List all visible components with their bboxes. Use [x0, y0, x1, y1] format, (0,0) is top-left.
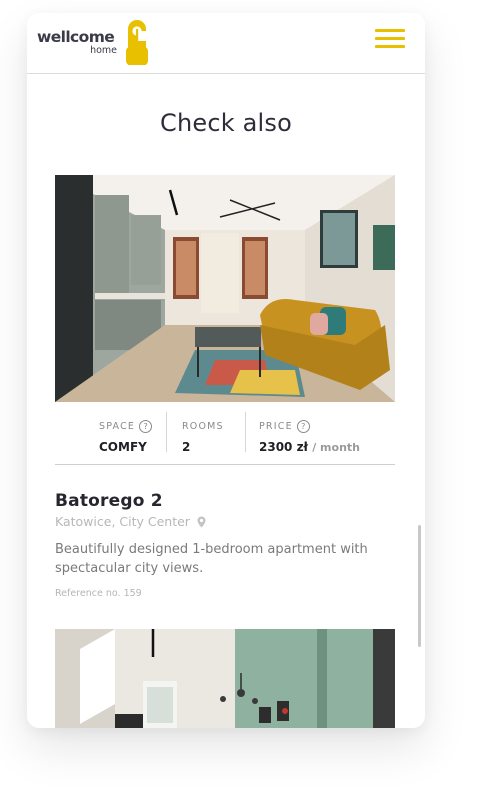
- listing-photo[interactable]: [55, 175, 395, 402]
- spec-rooms: ROOMS 2: [182, 418, 224, 455]
- listing-location-text: Katowice, City Center: [55, 514, 190, 529]
- hamburger-menu-icon[interactable]: [375, 29, 407, 51]
- door-hanger-logo-icon: [126, 20, 148, 65]
- spec-rooms-label: ROOMS: [182, 420, 224, 432]
- map-pin-icon: [197, 516, 206, 527]
- section-title: Check also: [159, 109, 293, 137]
- logo[interactable]: wellcome home: [37, 29, 117, 56]
- spec-space: SPACE ? COMFY: [99, 418, 153, 454]
- price-period: / month: [312, 441, 360, 454]
- spec-space-value: COMFY: [99, 440, 147, 454]
- spec-rooms-value: 2: [182, 440, 191, 454]
- top-bar: wellcome home: [27, 13, 425, 74]
- listing-photo[interactable]: [55, 629, 395, 728]
- help-icon[interactable]: ?: [139, 419, 153, 433]
- phone-frame: wellcome home Check also SPACE ? COMFY R…: [27, 13, 425, 728]
- spec-price-value: 2300 zł / month: [259, 440, 360, 454]
- logo-main-text: wellcome: [37, 28, 115, 46]
- listing-description: Beautifully designed 1-bedroom apartment…: [55, 542, 368, 576]
- spec-divider: [245, 412, 246, 452]
- listing-reference: Reference no. 159: [55, 588, 142, 599]
- spec-divider: [166, 412, 167, 452]
- spec-price: PRICE ? 2300 zł / month: [259, 418, 360, 454]
- spec-space-label: SPACE: [99, 420, 136, 432]
- listing-specs: SPACE ? COMFY ROOMS 2 PRICE ? 2300 zł / …: [55, 412, 395, 465]
- listing-location: Katowice, City Center: [55, 514, 206, 529]
- scrollbar[interactable]: [418, 525, 421, 647]
- logo-sub-text: home: [90, 45, 117, 56]
- spec-price-label: PRICE: [259, 420, 293, 432]
- price-amount: 2300 zł: [259, 440, 309, 454]
- help-icon[interactable]: ?: [296, 419, 310, 433]
- listing-title[interactable]: Batorego 2: [55, 491, 163, 511]
